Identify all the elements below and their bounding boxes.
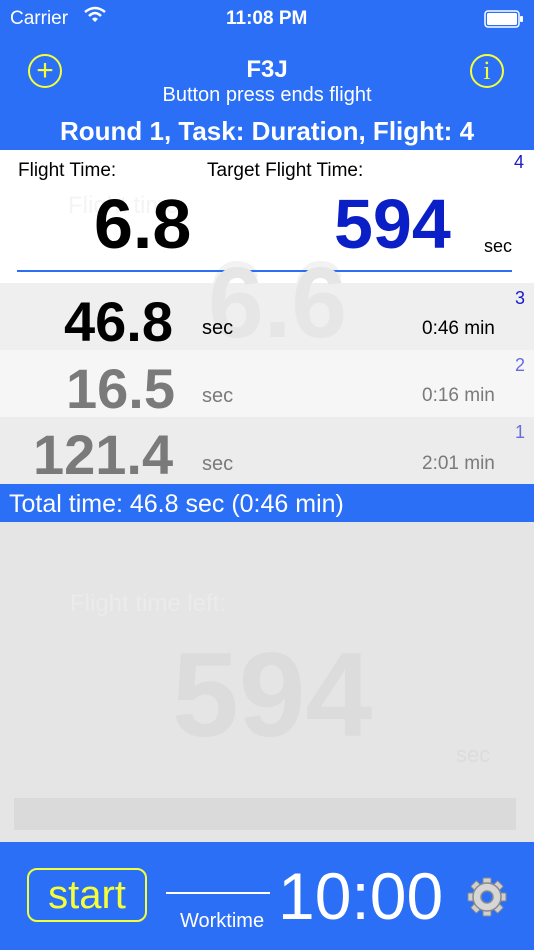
flight-value: 121.4 xyxy=(33,423,174,486)
worktime-timer[interactable]: 10:00 xyxy=(278,858,443,934)
flight-unit: sec xyxy=(202,385,234,407)
wifi-icon xyxy=(84,6,106,30)
round-task-line: Round 1, Task: Duration, Flight: 4 xyxy=(59,116,475,146)
flight-unit: sec xyxy=(202,453,234,475)
progress-bar xyxy=(14,798,516,830)
target-flight-time-value: 594 xyxy=(334,185,451,263)
start-button[interactable]: start xyxy=(27,868,147,922)
flight-index: 1 xyxy=(515,422,526,442)
flight-time-left-label: Flight time left: xyxy=(70,590,227,617)
list-item: 6.6 sec 46.8 sec 0:46 min 3 xyxy=(0,253,534,353)
battery-icon xyxy=(484,10,524,34)
total-time-text: Total time: 46.8 sec (0:46 min) xyxy=(9,490,344,518)
flight-unit: sec xyxy=(202,317,234,339)
settings-button[interactable] xyxy=(466,876,508,918)
flight-minutes: 0:46 min xyxy=(422,318,495,339)
flight-value: 16.5 xyxy=(66,357,175,420)
bottom-bar: start Worktime 10:00 xyxy=(0,842,534,950)
target-flight-time-label: Target Flight Time: xyxy=(207,160,364,181)
flight-time-value: 6.8 xyxy=(94,185,192,263)
flight-time-left-panel: Flight time left: 594 sec xyxy=(0,522,534,842)
flight-time-left-value: 594 xyxy=(172,628,373,762)
list-item: 16.5 sec 0:16 min 2 xyxy=(0,350,534,420)
gear-icon xyxy=(467,877,507,917)
flight-index: 3 xyxy=(515,288,526,308)
clock-time: 11:08 PM xyxy=(226,8,308,29)
list-item: 121.4 sec 2:01 min 1 xyxy=(0,417,534,486)
flight-time-left-unit: sec xyxy=(456,742,491,767)
flight-value: 46.8 xyxy=(64,290,173,353)
flight-index: 2 xyxy=(515,355,526,375)
total-bar: Total time: 46.8 sec (0:46 min) xyxy=(0,484,534,522)
page-title: F3J xyxy=(246,56,288,83)
page-subtitle: Button press ends flight xyxy=(162,84,372,106)
carrier-label: Carrier xyxy=(10,8,69,29)
flight-minutes: 0:16 min xyxy=(422,385,495,406)
current-flight-index: 4 xyxy=(514,152,525,172)
worktime-line xyxy=(166,892,270,894)
status-bar: Carrier 11:08 PM xyxy=(0,0,534,36)
flight-time-label: Flight Time: xyxy=(18,160,117,181)
flight-minutes: 2:01 min xyxy=(422,453,495,474)
worktime-label: Worktime xyxy=(180,910,265,932)
